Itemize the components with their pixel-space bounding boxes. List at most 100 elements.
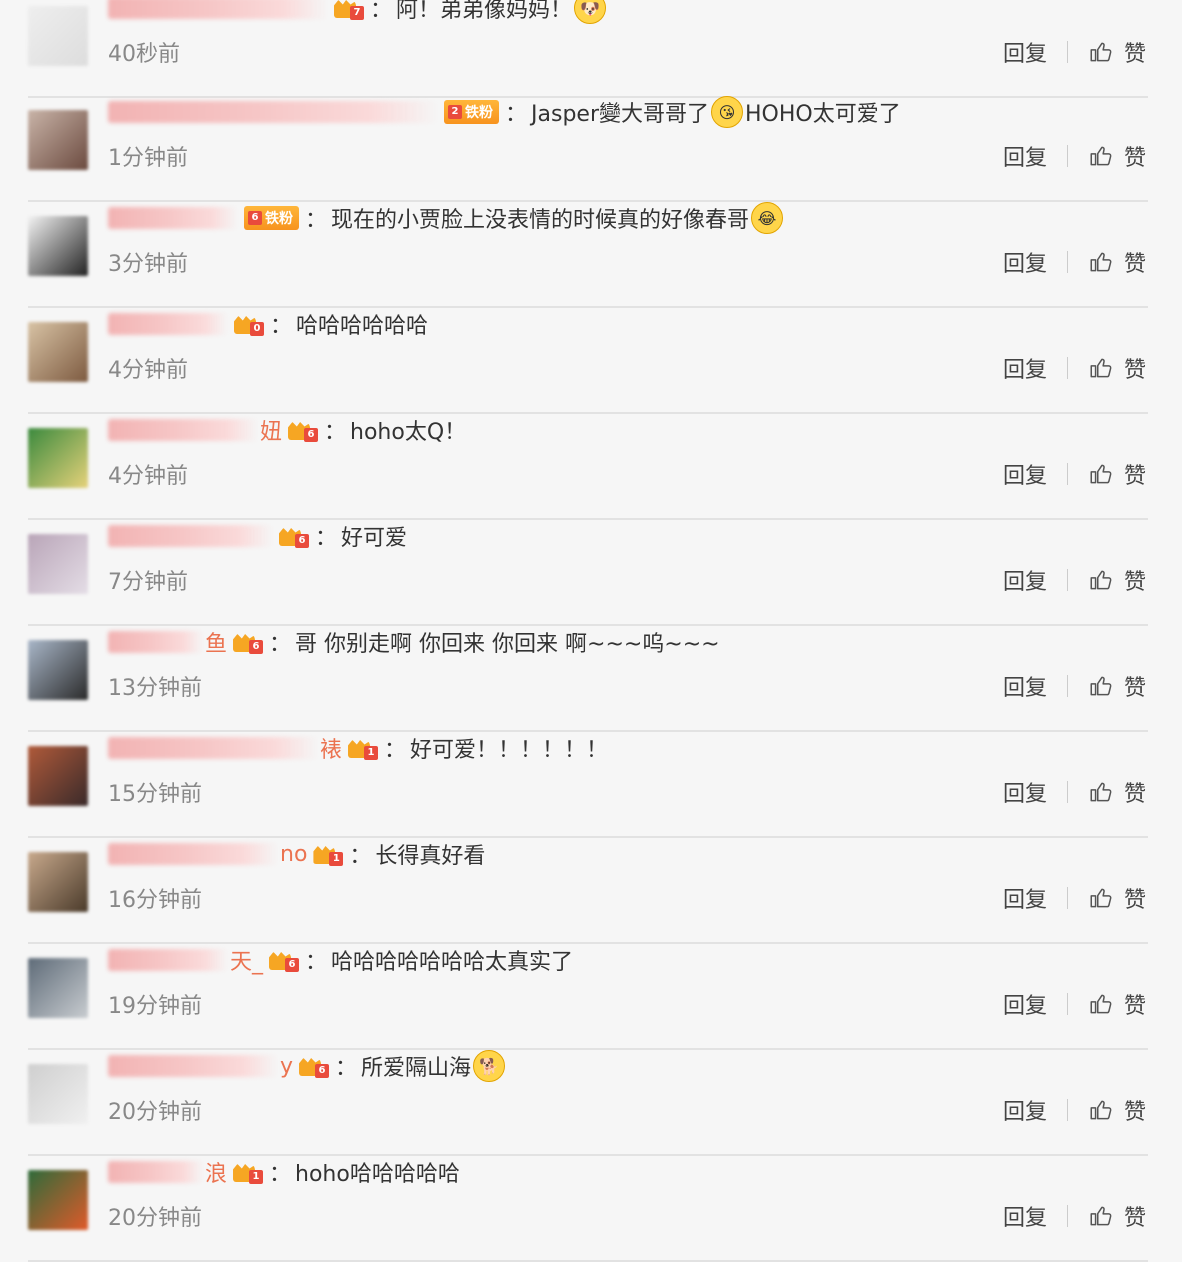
comment-time: 16分钟前 <box>108 888 202 913</box>
username-blurred[interactable] <box>108 207 238 229</box>
comment-line: 妞 6 ： hoho太Q！ <box>108 414 466 446</box>
avatar[interactable] <box>28 852 88 912</box>
username-blurred[interactable] <box>108 631 203 653</box>
like-button[interactable]: 赞 <box>1124 246 1146 278</box>
username-blurred[interactable] <box>108 101 438 123</box>
username-tail[interactable]: 妞 <box>260 414 282 446</box>
avatar[interactable] <box>28 110 88 170</box>
comment-item: y 6 ：所爱隔山海 🐕 20分钟前 回复 赞 <box>0 1050 1182 1156</box>
reply-button[interactable]: 回复 <box>1003 246 1047 278</box>
comment-actions: 回复 赞 <box>1003 36 1146 68</box>
comment-line: 6 铁粉：现在的小贾脸上没表情的时候真的好像春哥 😂 <box>108 202 785 234</box>
avatar[interactable] <box>28 958 88 1018</box>
username-tail[interactable]: y <box>280 1054 293 1079</box>
comment-time: 4分钟前 <box>108 464 188 489</box>
thumbs-up-icon[interactable] <box>1088 39 1114 65</box>
username-blurred[interactable] <box>108 1055 278 1077</box>
comment-item: 天_ 6 ：哈哈哈哈哈哈哈太真实了 19分钟前 回复 赞 <box>0 944 1182 1050</box>
level-number: 1 <box>364 746 379 760</box>
avatar[interactable] <box>28 428 88 488</box>
fan-badge-label: 铁粉 <box>465 105 493 121</box>
comment-line: 鱼 6 ：哥 你别走啊 你回来 你回来 啊~~~呜~~~ <box>108 626 720 658</box>
username-tail[interactable]: no <box>280 842 307 867</box>
comment-item: 鱼 6 ：哥 你别走啊 你回来 你回来 啊~~~呜~~~ 13分钟前 回复 赞 <box>0 626 1182 732</box>
thumbs-up-icon[interactable] <box>1088 355 1114 381</box>
reply-button[interactable]: 回复 <box>1003 1094 1047 1126</box>
comment-time: 13分钟前 <box>108 676 202 701</box>
comment-item: 妞 6 ： hoho太Q！ 4分钟前 回复 赞 <box>0 414 1182 520</box>
reply-button[interactable]: 回复 <box>1003 458 1047 490</box>
like-button[interactable]: 赞 <box>1124 564 1146 596</box>
avatar[interactable] <box>28 1170 88 1230</box>
reply-button[interactable]: 回复 <box>1003 988 1047 1020</box>
thumbs-up-icon[interactable] <box>1088 567 1114 593</box>
dog-face-icon: 🐶 <box>574 0 607 24</box>
like-button[interactable]: 赞 <box>1124 140 1146 172</box>
reply-button[interactable]: 回复 <box>1003 776 1047 808</box>
colon-separator: ： <box>269 1162 292 1187</box>
username-blurred[interactable] <box>108 419 258 441</box>
reply-button[interactable]: 回复 <box>1003 670 1047 702</box>
thumbs-up-icon[interactable] <box>1088 885 1114 911</box>
avatar[interactable] <box>28 322 88 382</box>
comment-line: y 6 ：所爱隔山海 🐕 <box>108 1050 507 1082</box>
thumbs-up-icon[interactable] <box>1088 991 1114 1017</box>
action-divider <box>1066 357 1068 379</box>
username-blurred[interactable] <box>108 313 228 335</box>
avatar[interactable] <box>28 6 88 66</box>
comment-time: 20分钟前 <box>108 1100 202 1125</box>
like-button[interactable]: 赞 <box>1124 36 1146 68</box>
avatar[interactable] <box>28 640 88 700</box>
username-blurred[interactable] <box>108 1161 203 1183</box>
thumbs-up-icon[interactable] <box>1088 143 1114 169</box>
like-button[interactable]: 赞 <box>1124 988 1146 1020</box>
username-tail[interactable]: 天_ <box>230 944 263 976</box>
username-tail[interactable]: 鱼 <box>205 626 227 658</box>
laugh-cry-face-icon: 😂 <box>751 202 784 234</box>
avatar[interactable] <box>28 216 88 276</box>
username-blurred[interactable] <box>108 737 318 759</box>
colon-separator: ： <box>384 738 407 763</box>
thumbs-up-icon[interactable] <box>1088 1203 1114 1229</box>
thumbs-up-icon[interactable] <box>1088 249 1114 275</box>
username-tail[interactable]: 浪 <box>205 1156 227 1188</box>
avatar[interactable] <box>28 534 88 594</box>
reply-button[interactable]: 回复 <box>1003 36 1047 68</box>
comment-actions: 回复 赞 <box>1003 564 1146 596</box>
comment-text: hoho太Q！ <box>350 420 467 445</box>
colon-separator: ： <box>315 526 338 551</box>
thumbs-up-icon[interactable] <box>1088 779 1114 805</box>
like-button[interactable]: 赞 <box>1124 670 1146 702</box>
username-tail[interactable]: 裱 <box>320 732 342 764</box>
reply-button[interactable]: 回复 <box>1003 564 1047 596</box>
comment-time: 7分钟前 <box>108 570 188 595</box>
username-blurred[interactable] <box>108 525 273 547</box>
kiss-face-icon: 😘 <box>711 96 743 128</box>
action-divider <box>1066 887 1068 909</box>
comment-line: 0 ：哈哈哈哈哈哈 <box>108 308 428 340</box>
like-button[interactable]: 赞 <box>1124 776 1146 808</box>
crown-badge-icon: 6 <box>269 948 300 972</box>
reply-button[interactable]: 回复 <box>1003 352 1047 384</box>
avatar[interactable] <box>28 746 88 806</box>
level-number: 1 <box>249 1170 264 1184</box>
username-blurred[interactable] <box>108 949 228 971</box>
thumbs-up-icon[interactable] <box>1088 1097 1114 1123</box>
avatar[interactable] <box>28 1064 88 1124</box>
like-button[interactable]: 赞 <box>1124 882 1146 914</box>
thumbs-up-icon[interactable] <box>1088 461 1114 487</box>
reply-button[interactable]: 回复 <box>1003 1200 1047 1232</box>
comment-item: 浪 1 ： hoho哈哈哈哈哈 20分钟前 回复 赞 <box>0 1156 1182 1262</box>
reply-button[interactable]: 回复 <box>1003 882 1047 914</box>
username-blurred[interactable] <box>108 0 328 19</box>
crown-badge-icon: 1 <box>313 842 344 866</box>
like-button[interactable]: 赞 <box>1124 1200 1146 1232</box>
username-blurred[interactable] <box>108 843 278 865</box>
comment-text: 哈哈哈哈哈哈哈太真实了 <box>331 950 574 975</box>
reply-button[interactable]: 回复 <box>1003 140 1047 172</box>
like-button[interactable]: 赞 <box>1124 352 1146 384</box>
like-button[interactable]: 赞 <box>1124 1094 1146 1126</box>
thumbs-up-icon[interactable] <box>1088 673 1114 699</box>
comment-text: 长得真好看 <box>375 844 486 869</box>
like-button[interactable]: 赞 <box>1124 458 1146 490</box>
